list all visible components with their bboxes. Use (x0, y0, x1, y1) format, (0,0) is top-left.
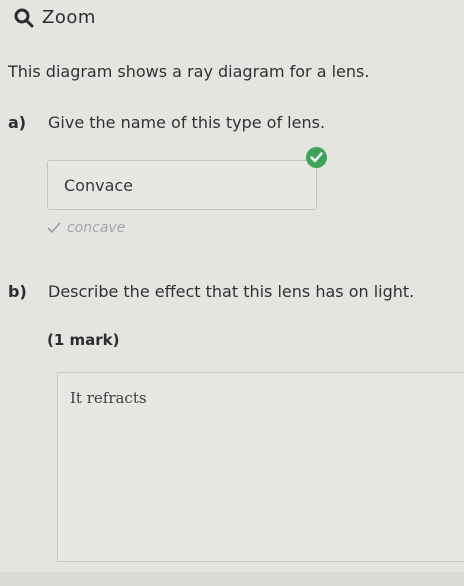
question-a-text: Give the name of this type of lens. (48, 113, 326, 132)
marks-label: (1 mark) (47, 331, 120, 349)
question-b-letter: b) (8, 282, 27, 301)
zoom-search-icon (14, 8, 34, 27)
tick-icon (47, 222, 61, 234)
bottom-divider (0, 572, 464, 586)
question-b: b) Describe the effect that this lens ha… (8, 282, 414, 301)
answer-b-value: It refracts (70, 389, 147, 407)
question-b-text: Describe the effect that this lens has o… (48, 282, 415, 301)
question-a: a) Give the name of this type of lens. (8, 113, 325, 132)
intro-text: This diagram shows a ray diagram for a l… (8, 62, 370, 81)
correct-answer-row: concave (47, 220, 125, 236)
correct-answer-text: concave (67, 220, 126, 236)
answer-a-value: Convace (64, 176, 134, 195)
correct-check-icon (306, 147, 327, 168)
answer-b-textarea[interactable]: It refracts (57, 372, 464, 562)
question-a-letter: a) (8, 113, 27, 132)
zoom-label: Zoom (42, 7, 96, 28)
zoom-button[interactable]: Zoom (14, 7, 96, 28)
answer-a-input[interactable]: Convace (47, 160, 317, 210)
